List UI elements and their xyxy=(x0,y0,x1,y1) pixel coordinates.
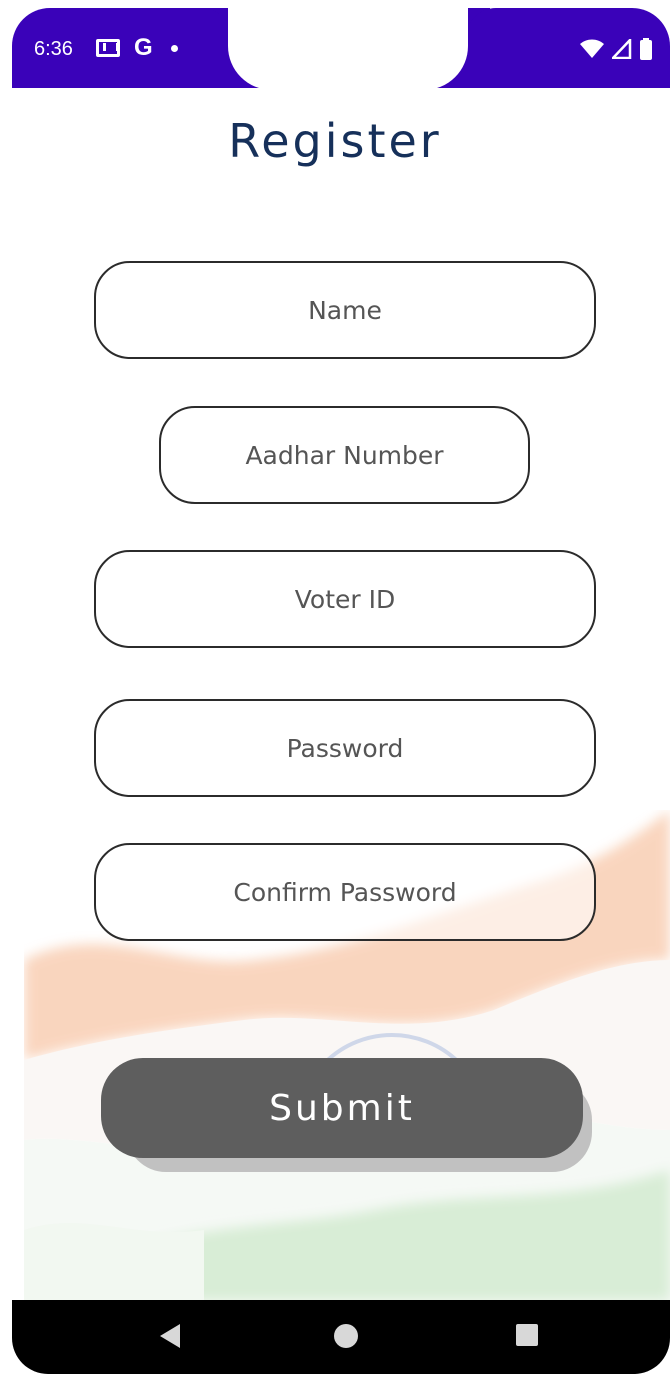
system-icons xyxy=(580,38,652,60)
password-input[interactable] xyxy=(94,699,596,797)
google-icon: G xyxy=(134,34,153,61)
notification-icons: G xyxy=(96,34,178,62)
status-bar-right xyxy=(466,8,670,88)
voter-id-input[interactable] xyxy=(94,550,596,648)
recents-icon[interactable] xyxy=(516,1324,538,1346)
notification-dot-icon xyxy=(170,44,178,52)
page-title: Register xyxy=(228,114,442,168)
confirm-password-input[interactable] xyxy=(94,843,596,941)
aadhar-number-input[interactable] xyxy=(159,406,530,504)
gmail-icon xyxy=(96,39,120,57)
register-screen: 6:36 G Register Submit xyxy=(0,0,670,1374)
home-icon[interactable] xyxy=(334,1324,358,1348)
submit-button[interactable]: Submit xyxy=(101,1058,583,1158)
back-icon[interactable] xyxy=(160,1324,180,1348)
wifi-icon xyxy=(580,39,604,58)
navigation-bar xyxy=(12,1300,670,1374)
name-input[interactable] xyxy=(94,261,596,359)
camera-notch xyxy=(228,0,468,90)
status-bar-left: 6:36 G xyxy=(12,8,230,88)
battery-icon xyxy=(640,38,652,60)
signal-icon xyxy=(612,39,632,59)
status-time: 6:36 xyxy=(34,38,73,60)
